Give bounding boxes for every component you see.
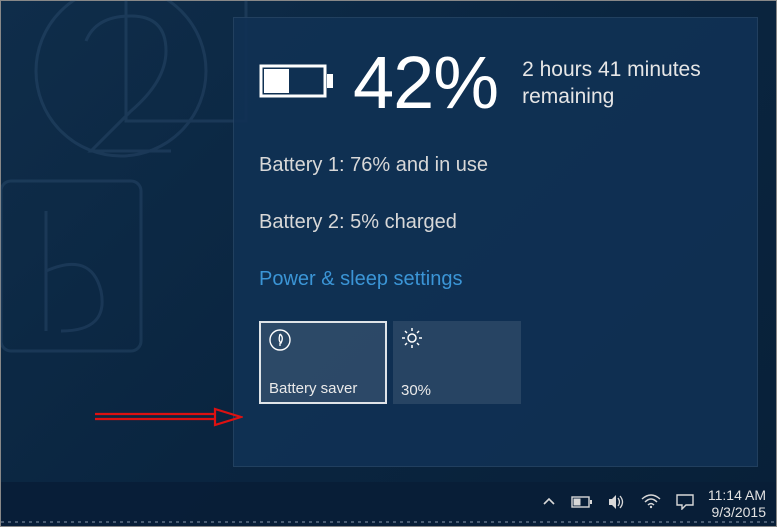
quick-action-tiles: Battery saver 30% [259, 321, 732, 404]
taskbar-clock[interactable]: 11:14 AM 9/3/2015 [708, 487, 766, 522]
battery-2-status: Battery 2: 5% charged [259, 211, 732, 234]
taskbar-date: 9/3/2015 [708, 504, 766, 522]
brightness-label: 30% [401, 382, 431, 399]
chevron-up-icon[interactable] [542, 495, 556, 514]
system-tray [542, 494, 694, 515]
battery-1-status: Battery 1: 76% and in use [259, 154, 732, 177]
battery-saver-tile[interactable]: Battery saver [259, 321, 387, 404]
volume-icon[interactable] [608, 494, 626, 515]
battery-flyout: 42% 2 hours 41 minutes remaining Battery… [233, 17, 758, 467]
battery-percent: 42% [353, 46, 498, 120]
taskbar-time: 11:14 AM [708, 487, 766, 505]
leaf-icon [269, 329, 291, 356]
battery-icon [259, 62, 335, 105]
action-center-icon[interactable] [676, 494, 694, 515]
tray-battery-icon[interactable] [571, 495, 593, 514]
power-sleep-settings-link[interactable]: Power & sleep settings [259, 268, 462, 290]
brightness-icon [401, 327, 423, 354]
battery-remaining: 2 hours 41 minutes remaining [522, 56, 732, 111]
battery-saver-label: Battery saver [269, 380, 357, 397]
taskbar: 11:14 AM 9/3/2015 [1, 482, 776, 526]
wifi-icon[interactable] [641, 494, 661, 514]
brightness-tile[interactable]: 30% [393, 321, 521, 404]
screenshot-cut-line [1, 521, 776, 523]
battery-summary-row: 42% 2 hours 41 minutes remaining [259, 46, 732, 120]
